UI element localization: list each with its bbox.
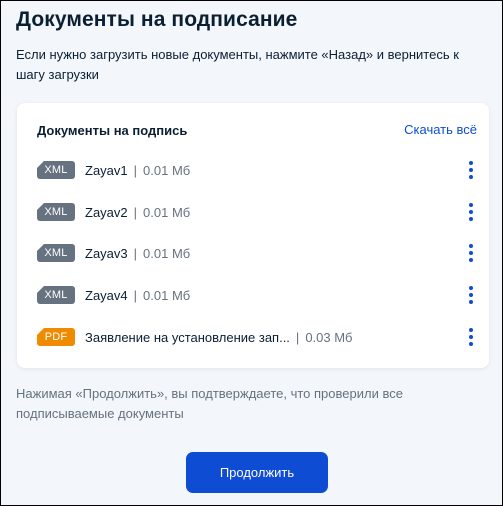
- file-separator: |: [295, 329, 300, 345]
- more-vertical-icon[interactable]: [465, 244, 477, 262]
- more-vertical-icon[interactable]: [465, 286, 477, 304]
- file-type-label: XML: [44, 206, 68, 218]
- file-row[interactable]: XML Zayav1 | 0.01 Мб: [37, 158, 477, 182]
- file-type-label: PDF: [44, 331, 68, 343]
- card-title: Документы на подпись: [37, 123, 188, 138]
- file-size: 0.01 Мб: [143, 245, 191, 261]
- documents-card: Документы на подпись Скачать всё XML Zay…: [17, 103, 489, 368]
- file-type-label: XML: [44, 247, 68, 259]
- file-size: 0.01 Мб: [143, 287, 191, 303]
- file-size: 0.01 Мб: [143, 204, 191, 220]
- file-name[interactable]: Zayav3: [85, 246, 128, 261]
- xml-file-icon: XML: [37, 244, 75, 262]
- file-row[interactable]: XML Zayav2 | 0.01 Мб: [37, 200, 477, 224]
- file-name[interactable]: Заявление на установление зап...: [85, 330, 290, 345]
- pdf-file-icon: PDF: [37, 328, 75, 346]
- file-row[interactable]: XML Zayav3 | 0.01 Мб: [37, 241, 477, 265]
- more-vertical-icon[interactable]: [465, 203, 477, 221]
- more-vertical-icon[interactable]: [465, 161, 477, 179]
- file-separator: |: [133, 204, 138, 220]
- file-name[interactable]: Zayav4: [85, 288, 128, 303]
- file-name[interactable]: Zayav1: [85, 163, 128, 178]
- download-all-link[interactable]: Скачать всё: [404, 122, 477, 137]
- more-vertical-icon[interactable]: [465, 328, 477, 346]
- file-separator: |: [133, 287, 138, 303]
- file-type-label: XML: [44, 289, 68, 301]
- xml-file-icon: XML: [37, 203, 75, 221]
- xml-file-icon: XML: [37, 161, 75, 179]
- xml-file-icon: XML: [37, 286, 75, 304]
- confirmation-notice: Нажимая «Продолжить», вы подтверждаете, …: [16, 386, 403, 421]
- continue-button[interactable]: Продолжить: [186, 452, 328, 493]
- file-size: 0.01 Мб: [143, 162, 191, 178]
- file-row[interactable]: PDF Заявление на установление зап... | 0…: [37, 325, 477, 349]
- page-title: Документы на подписание: [16, 8, 298, 31]
- file-type-label: XML: [44, 164, 68, 176]
- file-separator: |: [133, 162, 138, 178]
- file-size: 0.03 Мб: [305, 329, 353, 345]
- signing-documents-screen: Документы на подписание Если нужно загру…: [0, 0, 503, 506]
- page-subtitle: Если нужно загрузить новые документы, на…: [16, 47, 459, 82]
- file-name[interactable]: Zayav2: [85, 205, 128, 220]
- file-row[interactable]: XML Zayav4 | 0.01 Мб: [37, 283, 477, 307]
- file-separator: |: [133, 245, 138, 261]
